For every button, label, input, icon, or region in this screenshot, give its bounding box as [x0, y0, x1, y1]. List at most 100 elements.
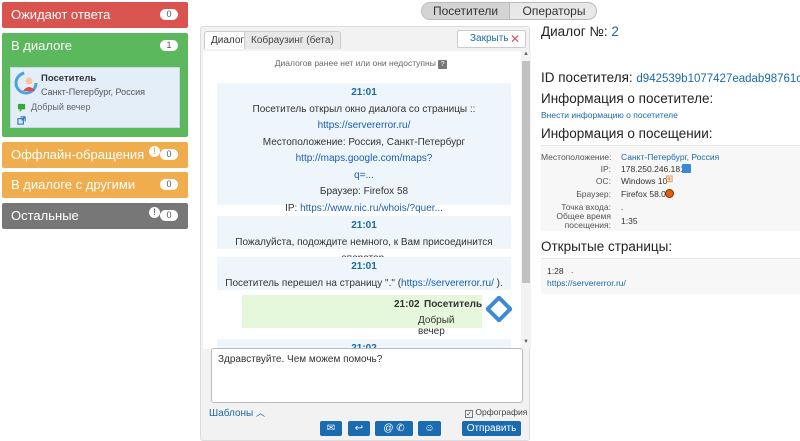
- visitor-id: ID посетителя: d942539b1077427eadab98761…: [541, 70, 800, 85]
- message-line: Посетитель открыл окно диалога со страни…: [217, 102, 511, 135]
- visitor-message: 21:02 Посетитель Добрый вечер: [242, 295, 483, 337]
- message-time: 21:01: [351, 261, 377, 272]
- group-offline[interactable]: Оффлайн-обращения ! 0: [2, 142, 188, 168]
- scroll-down-icon[interactable]: ▼: [523, 339, 529, 345]
- visitor-id-value: d942539b1077427eadab98761cfccd3f: [636, 73, 800, 85]
- visitor-avatar-icon: [14, 71, 38, 95]
- dialog-number-label: Диалог №:: [541, 24, 608, 39]
- page-time: 1:28: [547, 266, 564, 276]
- message-time: 21:02: [394, 299, 420, 310]
- templates-toggle[interactable]: Шаблоны ︿: [209, 406, 265, 419]
- scrollbar-thumb[interactable]: [522, 61, 530, 283]
- system-message-open: 21:01 Посетитель открыл окно диалога со …: [217, 83, 511, 214]
- info-value: Санкт-Петербург, Россия: [621, 152, 720, 162]
- chat-scrollbar[interactable]: ▲ ▼: [521, 51, 531, 349]
- system-message-wait: 21:01 Пожалуйста, подождите немного, к В…: [217, 216, 511, 264]
- toggle-visitors[interactable]: Посетители: [422, 3, 509, 19]
- visitor-info-heading: Информация о посетителе:: [541, 91, 714, 106]
- at-icon: @: [383, 423, 394, 434]
- group-waiting-count: 0: [160, 9, 178, 20]
- group-offline-count: 0: [160, 149, 178, 160]
- spellcheck-checkbox[interactable]: ✓: [465, 410, 473, 418]
- message-text: Браузер: Firefox 58: [319, 186, 409, 197]
- no-previous-text: Диалогов ранее нет или они недоступны: [274, 58, 436, 68]
- page-link[interactable]: https://servererror.ru/: [318, 120, 411, 131]
- message-line: Посетитель перешел на страницу "." (http…: [217, 276, 511, 293]
- visitor-name: Посетитель: [41, 73, 97, 84]
- info-key: Общее время посещения:: [556, 211, 611, 230]
- spellcheck-label: Орфография: [475, 407, 528, 417]
- info-key: IP:: [600, 164, 611, 174]
- redirect-icon: ↩: [354, 423, 364, 434]
- info-value: Firefox 58.0: [621, 189, 666, 199]
- info-key: Браузер:: [576, 189, 611, 199]
- message-text: ).: [493, 277, 503, 289]
- send-email-button[interactable]: ✉: [320, 421, 342, 436]
- map-link[interactable]: http://maps.google.com/maps?: [296, 153, 433, 164]
- visitor-groups-panel: Ожидают ответа 0 В диалоге 1 Посетитель …: [0, 0, 190, 441]
- page-link[interactable]: https://servererror.ru/: [401, 278, 494, 289]
- external-link-icon[interactable]: [17, 116, 26, 125]
- group-waiting[interactable]: Ожидают ответа 0: [2, 2, 188, 28]
- phone-icon: ✆: [396, 423, 405, 434]
- dialog-number-value: 2: [611, 24, 619, 39]
- close-chat-label: Закрыть: [470, 33, 509, 44]
- visitor-location: Санкт-Петербург, Россия: [41, 87, 146, 97]
- message-time: 21:01: [351, 87, 377, 98]
- info-key: ОС:: [595, 176, 611, 186]
- visit-info-table: Местоположение: Санкт-Петербург, Россия I…: [541, 145, 800, 231]
- message-icon: [17, 103, 26, 112]
- group-dialog-count: 1: [160, 40, 178, 51]
- dialog-number: Диалог №: 2: [541, 24, 619, 39]
- message-time: 21:01: [351, 220, 377, 231]
- group-dialog[interactable]: В диалоге 1 Посетитель Санкт-Петербург, …: [2, 33, 188, 137]
- message-text: IP:: [285, 202, 301, 214]
- page-title: .: [571, 265, 574, 275]
- visitor-info-panel: Диалог №: 2 ID посетителя: d942539b10774…: [541, 0, 800, 441]
- info-value: .: [621, 202, 624, 212]
- visitor-last-message: Добрый вечер: [31, 102, 91, 112]
- smile-icon: ☺: [424, 423, 435, 434]
- message-input[interactable]: Здравствуйте. Чем можем помочь?: [211, 348, 523, 403]
- emoji-button[interactable]: ☺: [418, 421, 441, 436]
- group-others-count: 0: [160, 179, 178, 190]
- whois-link[interactable]: https://www.nic.ru/whois/?quer...: [300, 203, 443, 214]
- send-button[interactable]: Отправить: [462, 421, 521, 436]
- add-visitor-info-link[interactable]: Внести информацию о посетителе: [541, 110, 678, 120]
- info-icon: !: [149, 207, 160, 218]
- message-line: Местоположение: Россия, Санкт-Петербург …: [217, 135, 511, 168]
- group-rest-count: 0: [160, 210, 178, 221]
- chevron-up-icon: ︿: [256, 408, 266, 418]
- windows-icon: ⊞: [665, 174, 674, 185]
- page-link[interactable]: https://servererror.ru/: [547, 278, 626, 288]
- envelope-icon: ✉: [326, 423, 336, 434]
- close-icon: ✕: [510, 32, 521, 46]
- visitor-id-label: ID посетителя:: [541, 70, 633, 85]
- contact-buttons[interactable]: @ ✆: [375, 421, 413, 436]
- tab-cobrowsing[interactable]: Кобраузинг (бета): [244, 31, 341, 49]
- visitor-avatar-icon: [486, 296, 512, 322]
- visitor-card[interactable]: Посетитель Санкт-Петербург, Россия Добры…: [10, 67, 180, 128]
- redirect-button[interactable]: ↩: [348, 421, 370, 436]
- message-text: Посетитель открыл окно диалога со страни…: [252, 103, 476, 115]
- system-message-navigate: 21:01 Посетитель перешел на страницу "."…: [217, 257, 511, 290]
- group-others[interactable]: В диалоге с другими 0: [2, 172, 188, 198]
- templates-label: Шаблоны: [209, 408, 254, 419]
- info-icon: !: [149, 146, 160, 157]
- firefox-icon: [665, 189, 674, 198]
- message-text: Добрый вечер: [418, 315, 455, 337]
- map-link-tail[interactable]: q=...: [217, 168, 511, 185]
- group-rest[interactable]: Остальные ! 0: [2, 203, 188, 229]
- visit-info-heading: Информация о посещении:: [541, 126, 713, 141]
- ip-lookup-icon[interactable]: [682, 164, 691, 173]
- open-pages-list: 1:28 . https://servererror.ru/: [541, 258, 800, 294]
- spellcheck-option[interactable]: ✓ Орфография: [465, 407, 527, 418]
- help-icon[interactable]: ?: [438, 60, 448, 69]
- open-pages-heading: Открытые страницы:: [541, 239, 673, 254]
- chat-log[interactable]: Диалогов ранее нет или они недоступны ? …: [203, 51, 531, 349]
- message-text: Местоположение: Россия, Санкт-Петербург: [262, 136, 466, 148]
- scroll-up-icon[interactable]: ▲: [523, 51, 529, 57]
- message-author: Посетитель: [424, 299, 483, 310]
- close-chat-button[interactable]: Закрыть ✕: [457, 30, 526, 48]
- no-previous-dialogs: Диалогов ранее нет или они недоступны ?: [203, 58, 519, 69]
